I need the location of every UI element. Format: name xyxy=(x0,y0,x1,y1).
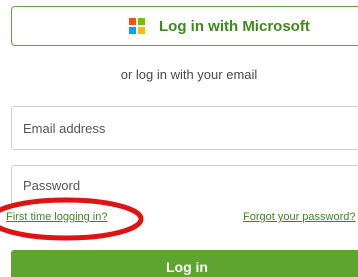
microsoft-logo-icon xyxy=(129,18,145,34)
login-panel: Log in with Microsoft or log in with you… xyxy=(0,0,358,277)
first-time-login-link[interactable]: First time logging in? xyxy=(6,211,108,223)
microsoft-login-button[interactable]: Log in with Microsoft xyxy=(11,6,358,46)
email-login-divider: or log in with your email xyxy=(120,67,258,82)
login-button[interactable]: Log in xyxy=(11,250,358,277)
microsoft-login-label: Log in with Microsoft xyxy=(159,17,310,35)
microsoft-logo-red-square xyxy=(129,18,136,25)
password-field[interactable] xyxy=(11,165,358,205)
email-field[interactable] xyxy=(11,106,358,150)
microsoft-logo-yellow-square xyxy=(138,27,145,34)
login-button-label: Log in xyxy=(166,259,208,275)
forgot-password-link[interactable]: Forgot your password? xyxy=(243,211,356,223)
microsoft-logo-blue-square xyxy=(129,27,136,34)
microsoft-logo-green-square xyxy=(138,18,145,25)
